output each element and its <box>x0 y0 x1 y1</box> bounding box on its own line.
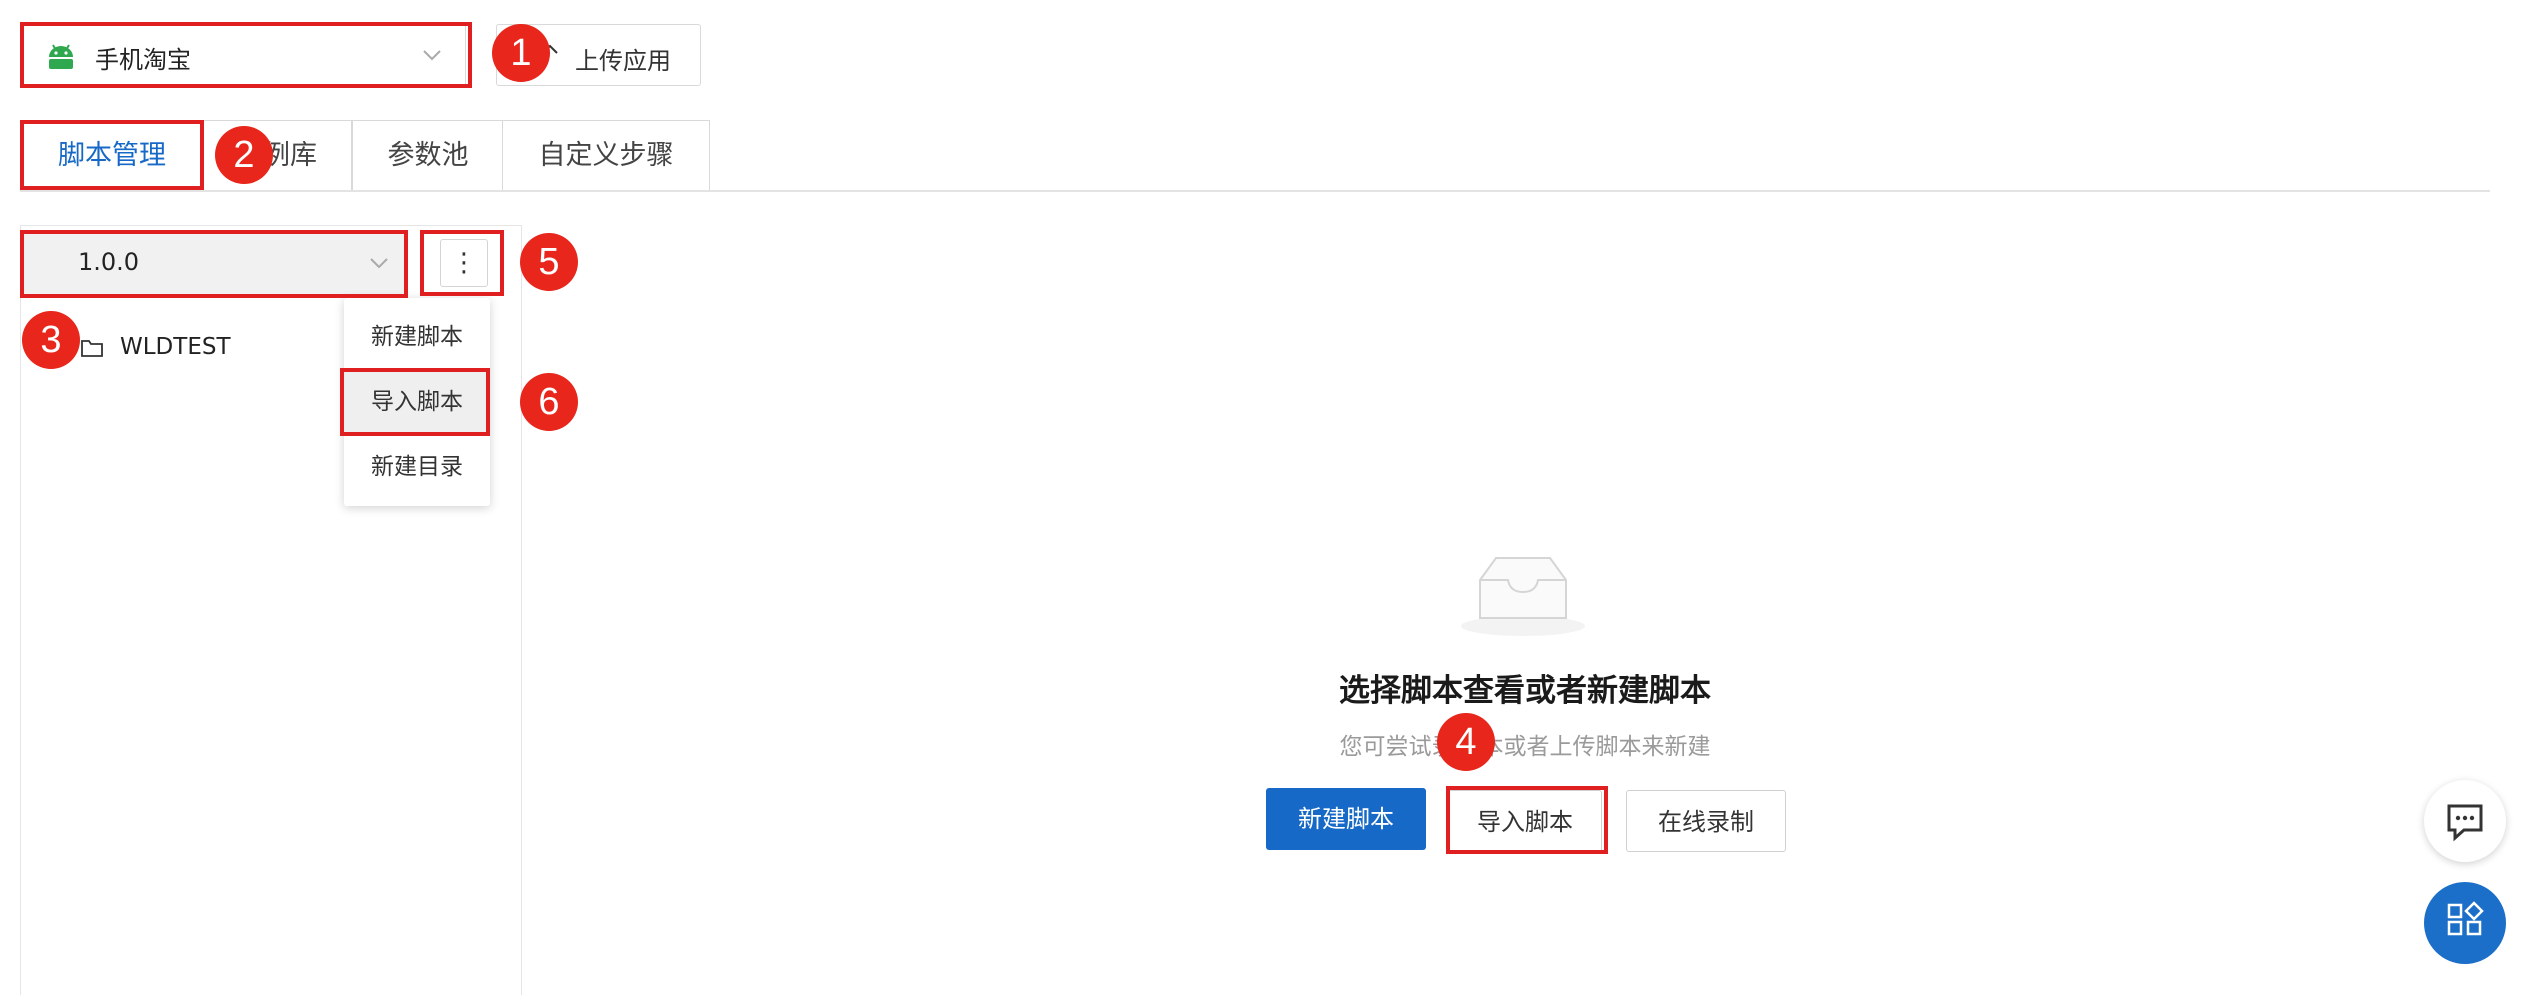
tab-custom-steps[interactable]: 自定义步骤 <box>502 120 710 191</box>
android-icon <box>49 44 73 69</box>
new-script-button[interactable]: 新建脚本 <box>1266 788 1426 850</box>
empty-state-subtitle: 您可尝试录 本或者上传脚本来新建 <box>1230 727 1820 761</box>
annotation-badge-2: 2 <box>215 126 273 184</box>
more-vertical-icon: ⋮ <box>451 248 477 278</box>
annotation-badge-4: 4 <box>1437 713 1495 771</box>
more-options-button[interactable]: ⋮ <box>440 239 488 287</box>
chat-button[interactable] <box>2424 780 2506 862</box>
tabs-divider <box>20 190 2490 192</box>
empty-inbox-icon <box>1461 557 1585 636</box>
version-selector[interactable]: 1.0.0 <box>22 234 404 294</box>
tab-label: 参数池 <box>387 140 469 171</box>
annotation-badge-3: 3 <box>22 311 80 369</box>
menu-item-label: 导入脚本 <box>371 389 463 415</box>
folder-label: WLDTEST <box>120 334 231 360</box>
empty-state-title: 选择脚本查看或者新建脚本 <box>1339 673 1711 709</box>
more-options-menu: 新建脚本 导入脚本 新建目录 <box>344 298 490 506</box>
message-icon <box>2447 804 2483 842</box>
menu-item-new-directory[interactable]: 新建目录 <box>344 436 490 498</box>
version-value: 1.0.0 <box>78 248 140 276</box>
subtitle-part-2: 本或者上传脚本来新建 <box>1480 734 1711 760</box>
menu-item-label: 新建脚本 <box>371 324 463 350</box>
folder-icon <box>81 340 103 357</box>
annotation-badge-6: 6 <box>520 373 578 431</box>
app-selector[interactable]: 手机淘宝 <box>22 25 466 85</box>
tab-parameter-pool[interactable]: 参数池 <box>352 120 504 191</box>
apps-button[interactable] <box>2424 882 2506 964</box>
tab-label: 脚本管理 <box>58 140 166 171</box>
tab-script-management[interactable]: 脚本管理 <box>20 120 204 191</box>
chevron-down-icon <box>370 258 388 269</box>
apps-grid-icon <box>2447 901 2484 936</box>
tab-label: 自定义步骤 <box>538 140 674 171</box>
annotation-badge-5: 5 <box>520 233 578 291</box>
chevron-down-icon <box>423 50 441 61</box>
menu-item-label: 新建目录 <box>371 454 463 480</box>
app-name: 手机淘宝 <box>95 46 191 74</box>
import-script-button[interactable]: 导入脚本 <box>1448 790 1602 852</box>
menu-item-import-script[interactable]: 导入脚本 <box>344 371 490 433</box>
menu-item-new-script[interactable]: 新建脚本 <box>344 306 490 368</box>
online-record-button[interactable]: 在线录制 <box>1626 790 1786 852</box>
annotation-badge-1: 1 <box>492 24 550 82</box>
upload-app-label: 上传应用 <box>575 47 671 75</box>
